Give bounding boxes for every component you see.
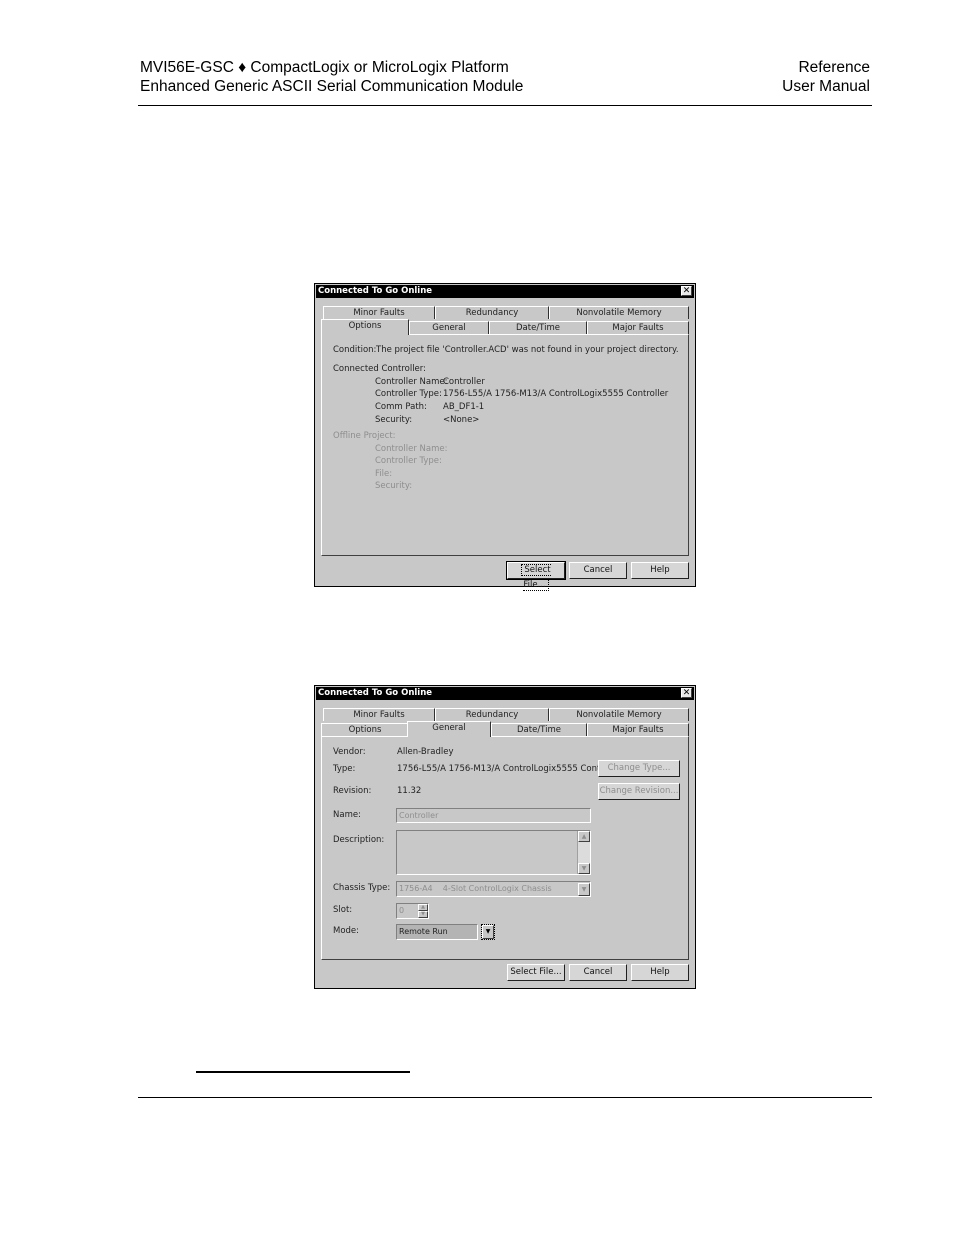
comm-path-value: AB_DF1-1: [443, 402, 485, 412]
go-online-dialog-general: Connected To Go Online ✕ Minor Faults Re…: [314, 685, 696, 989]
comm-path-label: Comm Path:: [375, 402, 427, 412]
connected-controller-label: Connected Controller:: [333, 364, 426, 374]
security-label: Security:: [375, 415, 413, 425]
offline-file-label: File:: [375, 469, 393, 479]
slot-value: 0: [399, 906, 405, 915]
header-divider: [138, 105, 872, 106]
section-label: Reference: [798, 59, 870, 76]
slot-stepper[interactable]: 0 ▲ ▼: [396, 903, 429, 919]
condition-text: The project file 'Controller.ACD' was no…: [376, 345, 679, 355]
tab-redundancy[interactable]: Redundancy: [435, 306, 549, 319]
tab-nonvolatile-memory[interactable]: Nonvolatile Memory: [549, 306, 689, 319]
tab-general[interactable]: General: [407, 721, 491, 737]
revision-value: 11.32: [397, 786, 422, 796]
condition-label: Condition:: [333, 345, 377, 355]
name-field[interactable]: Controller: [396, 808, 591, 823]
type-value: 1756-L55/A 1756-M13/A ControlLogix5555 C…: [397, 764, 623, 774]
offline-controller-name-label: Controller Name:: [375, 444, 448, 454]
cancel-button[interactable]: Cancel: [569, 562, 627, 579]
chassis-type-label: Chassis Type:: [333, 883, 391, 893]
tab-major-faults[interactable]: Major Faults: [587, 723, 689, 736]
controller-type-value: 1756-L55/A 1756-M13/A ControlLogix5555 C…: [443, 389, 669, 399]
offline-project-label: Offline Project:: [333, 431, 396, 441]
stepper-up-icon[interactable]: ▲: [418, 904, 428, 911]
mode-dropdown-icon[interactable]: ▼: [481, 924, 495, 940]
change-revision-button[interactable]: Change Revision...: [598, 783, 680, 800]
controller-name-label: Controller Name:: [375, 377, 448, 387]
tab-redundancy[interactable]: Redundancy: [435, 708, 549, 721]
revision-label: Revision:: [333, 786, 372, 796]
go-online-dialog-options: Connected To Go Online ✕ Minor Faults Re…: [314, 283, 696, 591]
document-subtitle: Enhanced Generic ASCII Serial Communicat…: [140, 78, 524, 95]
tab-minor-faults[interactable]: Minor Faults: [323, 708, 435, 721]
document-header-left: MVI56E-GSC ♦ CompactLogix or MicroLogix …: [140, 58, 523, 96]
scroll-down-icon[interactable]: ▼: [578, 863, 590, 874]
cancel-button[interactable]: Cancel: [569, 964, 627, 981]
chassis-type-select[interactable]: 1756-A4 4-Slot ControlLogix Chassis ▼: [396, 881, 591, 897]
offline-controller-type-label: Controller Type:: [375, 456, 442, 466]
tab-options[interactable]: Options: [321, 319, 409, 335]
select-file-button[interactable]: Select File...: [506, 561, 566, 591]
security-value: <None>: [443, 415, 480, 425]
tab-major-faults[interactable]: Major Faults: [587, 321, 689, 334]
close-icon[interactable]: ✕: [681, 688, 692, 698]
chevron-down-icon[interactable]: ▼: [578, 883, 590, 896]
manual-label: User Manual: [782, 78, 870, 95]
tab-date-time[interactable]: Date/Time: [489, 321, 587, 334]
description-label: Description:: [333, 835, 385, 845]
close-icon[interactable]: ✕: [681, 286, 692, 296]
scroll-up-icon[interactable]: ▲: [578, 831, 590, 842]
footer-divider: [138, 1097, 872, 1098]
dialog-title: Connected To Go Online: [318, 286, 433, 296]
tab-nonvolatile-memory[interactable]: Nonvolatile Memory: [549, 708, 689, 721]
help-button[interactable]: Help: [631, 964, 689, 981]
select-file-label: Select File...: [521, 564, 551, 591]
controller-name-value: Controller: [443, 377, 485, 387]
dialog-title: Connected To Go Online: [318, 688, 433, 698]
type-label: Type:: [333, 764, 356, 774]
help-button[interactable]: Help: [631, 562, 689, 579]
name-label: Name:: [333, 810, 361, 820]
description-field[interactable]: ▲ ▼: [396, 830, 591, 875]
offline-security-label: Security:: [375, 481, 413, 491]
controller-type-label: Controller Type:: [375, 389, 442, 399]
description-scrollbar[interactable]: ▲ ▼: [577, 831, 590, 874]
document-title: MVI56E-GSC ♦ CompactLogix or MicroLogix …: [140, 59, 509, 76]
chassis-type-value: 1756-A4 4-Slot ControlLogix Chassis: [399, 884, 552, 893]
tab-date-time[interactable]: Date/Time: [491, 723, 587, 736]
dialog-titlebar: Connected To Go Online ✕: [316, 285, 694, 298]
change-type-button[interactable]: Change Type...: [598, 760, 680, 777]
vendor-label: Vendor:: [333, 747, 366, 757]
document-header-right: Reference User Manual: [782, 58, 870, 96]
stepper-down-icon[interactable]: ▼: [418, 911, 428, 918]
mode-field[interactable]: Remote Run: [396, 924, 478, 940]
tab-options[interactable]: Options: [321, 723, 409, 736]
slot-label: Slot:: [333, 905, 353, 915]
footnote-rule: [196, 1071, 410, 1073]
tab-general[interactable]: General: [409, 321, 489, 334]
dialog-titlebar: Connected To Go Online ✕: [316, 687, 694, 700]
vendor-value: Allen-Bradley: [397, 747, 454, 757]
tab-minor-faults[interactable]: Minor Faults: [323, 306, 435, 319]
mode-label: Mode:: [333, 926, 360, 936]
select-file-button[interactable]: Select File...: [507, 964, 565, 981]
